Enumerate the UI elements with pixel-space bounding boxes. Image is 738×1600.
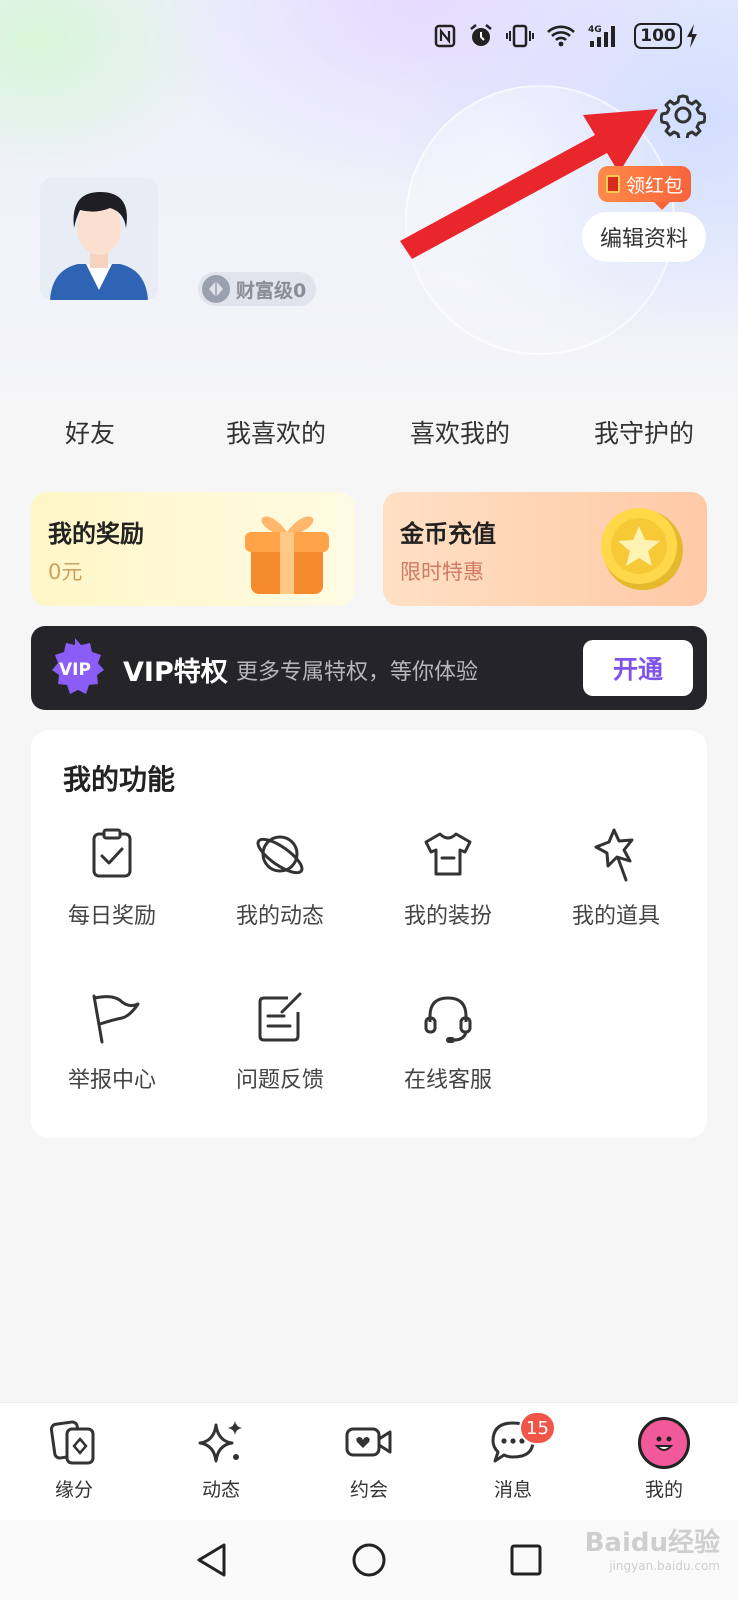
func-label: 我的装扮 [403,904,492,929]
func-label: 在线客服 [403,1068,492,1093]
svg-text:4G: 4G [588,25,602,35]
func-report-center[interactable]: 举报中心 [32,990,192,1094]
wealth-level-text: 财富级0 [236,279,307,302]
stat-friends[interactable]: 好友 [0,408,184,450]
func-my-props[interactable]: 我的道具 [536,826,696,930]
signal-4g-icon: 4G [588,25,615,47]
sparkle-icon [198,1421,242,1463]
video-heart-icon [345,1427,392,1457]
nav-dating[interactable]: 约会 [319,1417,419,1502]
clipboard-check-icon [92,828,132,878]
planet-icon [256,835,304,875]
battery-level: 100 [634,23,682,49]
recharge-subtitle: 限时特惠 [400,560,484,584]
vip-badge-icon: VIP [52,638,104,694]
diamond-icon [202,275,230,303]
vip-activate-button[interactable]: 开通 [583,640,693,696]
stat-i-like[interactable]: 我喜欢的 [184,408,368,450]
rewards-title: 我的奖励 [48,520,144,548]
nav-label: 我的 [644,1479,683,1501]
red-envelope-icon [606,175,620,193]
smiley-avatar-icon [638,1417,690,1469]
my-functions-panel: 我的功能 每日奖励 我的动态 我的装扮 我的道具 举报中心 问题反馈 在线客服 [31,730,707,1138]
my-rewards-card[interactable]: 我的奖励 0元 [31,492,355,606]
nav-label: 消息 [493,1479,532,1501]
func-daily-reward[interactable]: 每日奖励 [32,826,192,930]
headset-icon [424,996,472,1043]
home-icon[interactable] [351,1542,387,1578]
watermark-brand: Baidu经验 [584,1528,720,1558]
battery-indicator: 100 [634,23,698,49]
gift-box-icon [245,516,329,594]
relationship-stats: 好友 我喜欢的 喜欢我的 我守护的 [0,408,738,450]
func-my-posts[interactable]: 我的动态 [200,826,360,930]
nav-fate[interactable]: 缘分 [24,1417,124,1502]
user-avatar-illustration [50,192,148,300]
functions-title: 我的功能 [63,763,176,796]
red-packet-button[interactable]: 领红包 [598,166,692,210]
func-label: 问题反馈 [235,1068,324,1093]
func-label: 我的道具 [571,904,660,929]
rewards-value: 0元 [48,560,83,584]
stat-i-guard[interactable]: 我守护的 [552,408,736,450]
wifi-icon [547,25,575,47]
vip-banner[interactable]: VIP VIP特权 更多专属特权，等你体验 开通 [31,626,707,710]
charging-icon [687,24,697,48]
baidu-watermark: Baidu经验 jingyan.baidu.com [585,1530,720,1572]
back-icon[interactable] [194,1542,228,1578]
alarm-icon [470,24,492,46]
status-bar: 4G 100 [434,20,698,52]
nav-label: 动态 [201,1479,240,1501]
recents-icon[interactable] [509,1542,543,1578]
func-feedback[interactable]: 问题反馈 [200,990,360,1094]
gold-coin-icon [601,508,683,590]
flag-icon [92,994,140,1044]
nav-label: 缘分 [54,1479,93,1501]
func-label: 每日奖励 [67,904,156,929]
nav-moments[interactable]: 动态 [171,1417,271,1502]
avatar[interactable] [40,178,158,300]
vip-title: VIP特权 [123,657,228,688]
edit-profile-button[interactable]: 编辑资料 [582,212,706,262]
wealth-level-badge[interactable]: 财富级0 [198,272,317,306]
nav-label: 约会 [349,1479,388,1501]
red-packet-label: 领红包 [626,174,684,197]
recharge-title: 金币充值 [400,520,496,548]
vibrate-icon [506,24,534,48]
unread-count-badge: 15 [519,1411,556,1445]
nfc-icon [434,24,456,48]
vip-description: 更多专属特权，等你体验 [236,660,479,685]
vip-badge-text: VIP [59,660,91,680]
watermark-url: jingyan.baidu.com [609,1559,720,1573]
stat-likes-me[interactable]: 喜欢我的 [368,408,552,450]
func-online-support[interactable]: 在线客服 [368,990,528,1094]
tshirt-icon [424,832,472,876]
bottom-nav: 缘分 动态 约会 15 消息 我的 [0,1402,738,1520]
edit-note-icon [258,992,302,1042]
magic-wand-star-icon [594,828,634,882]
cards-icon [49,1420,95,1465]
nav-me[interactable]: 我的 [614,1417,714,1502]
coin-recharge-card[interactable]: 金币充值 限时特惠 [383,492,707,606]
nav-messages[interactable]: 15 消息 [463,1411,563,1502]
func-label: 举报中心 [67,1068,156,1093]
func-label: 我的动态 [235,904,324,929]
func-my-outfits[interactable]: 我的装扮 [368,826,528,930]
